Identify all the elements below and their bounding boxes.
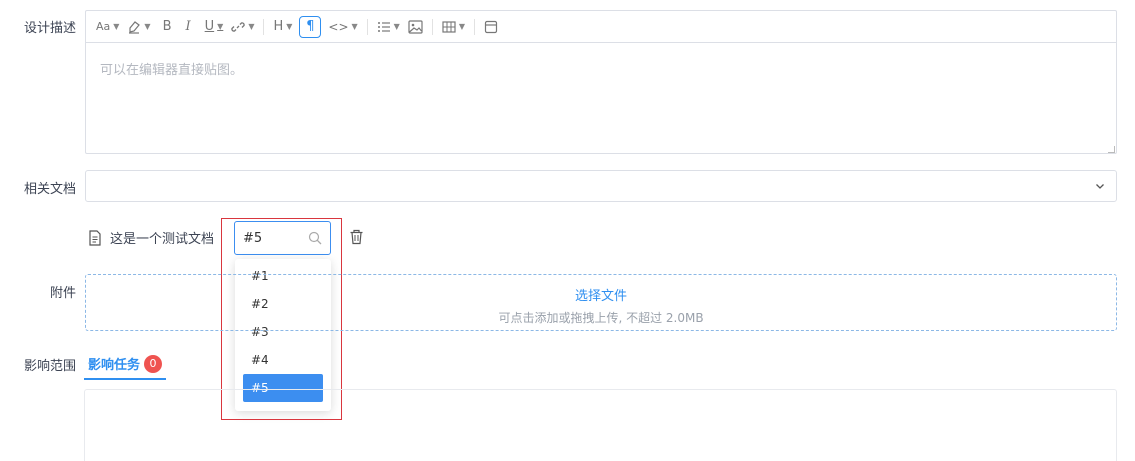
tab-affected-tasks[interactable]: 影响任务 0 xyxy=(88,354,163,373)
underline-icon: U xyxy=(204,19,215,34)
paragraph-icon: ¶ xyxy=(306,19,315,34)
code-icon: <> xyxy=(328,19,349,34)
tab-active-indicator xyxy=(84,378,166,380)
image-button[interactable] xyxy=(404,15,427,39)
paragraph-button[interactable]: ¶ xyxy=(299,15,322,38)
toolbar-divider xyxy=(473,18,475,35)
chevron-down-icon: ▼ xyxy=(351,22,358,31)
affected-tasks-panel xyxy=(84,389,1117,461)
delete-doc-button[interactable] xyxy=(349,229,364,249)
attachment-label: 附件 xyxy=(49,286,76,301)
toolbar-divider xyxy=(263,18,265,35)
font-icon: Aa xyxy=(96,20,111,33)
heading-icon: H xyxy=(273,19,284,34)
italic-button[interactable]: I xyxy=(182,15,195,39)
editor-content[interactable]: 可以在编辑器直接贴图。 xyxy=(86,43,1116,154)
design-description-label: 设计描述 xyxy=(23,21,76,36)
chevron-down-icon: ▼ xyxy=(144,22,151,31)
resize-handle[interactable] xyxy=(1108,146,1115,153)
italic-icon: I xyxy=(185,19,191,34)
count-badge: 0 xyxy=(144,354,163,373)
chevron-down-icon: ▼ xyxy=(458,22,465,31)
rich-text-editor: Aa ▼ ▼ B I U ▼ ▼ H ▼ ¶ <> ▼ ▼ ▼ 可以在编辑器直接… xyxy=(85,10,1117,154)
list-button[interactable]: ▼ xyxy=(373,15,404,39)
chevron-down-icon: ▼ xyxy=(113,22,120,31)
code-button[interactable]: <> ▼ xyxy=(324,15,361,39)
image-icon xyxy=(408,19,423,34)
chevron-down-icon: ▼ xyxy=(248,22,255,31)
upload-hint: 可点击添加或拖拽上传, 不超过 2.0MB xyxy=(498,311,704,325)
chevron-down-icon: ▼ xyxy=(286,22,293,31)
document-icon xyxy=(89,229,101,246)
select-file-link[interactable]: 选择文件 xyxy=(86,285,1116,304)
bold-button[interactable]: B xyxy=(159,15,176,39)
bold-icon: B xyxy=(162,19,172,34)
tab-label: 影响任务 xyxy=(88,358,141,373)
link-icon xyxy=(231,21,245,32)
trash-icon xyxy=(350,229,363,245)
heading-button[interactable]: H ▼ xyxy=(269,15,296,39)
link-button[interactable]: ▼ xyxy=(227,15,258,39)
toolbar-divider xyxy=(366,18,368,35)
list-icon xyxy=(377,21,390,32)
editor-placeholder: 可以在编辑器直接贴图。 xyxy=(100,63,244,78)
text-color-button[interactable]: ▼ xyxy=(123,15,154,39)
font-size-button[interactable]: Aa ▼ xyxy=(92,15,123,39)
file-upload-area[interactable]: 选择文件 可点击添加或拖拽上传, 不超过 2.0MB xyxy=(85,274,1117,331)
table-icon xyxy=(442,20,456,33)
chevron-down-icon: ▼ xyxy=(393,22,400,31)
doc-item: 这是一个测试文档 xyxy=(88,228,214,247)
editor-toolbar: Aa ▼ ▼ B I U ▼ ▼ H ▼ ¶ <> ▼ ▼ ▼ xyxy=(86,11,1116,43)
related-docs-label: 相关文档 xyxy=(23,182,76,197)
underline-button[interactable]: U ▼ xyxy=(201,15,228,39)
doc-name[interactable]: 这是一个测试文档 xyxy=(110,228,214,247)
toolbar-divider xyxy=(431,18,433,35)
chevron-down-icon: ▼ xyxy=(217,22,224,31)
chevron-down-icon xyxy=(1096,184,1104,189)
brush-icon xyxy=(129,20,141,34)
table-button[interactable]: ▼ xyxy=(438,15,469,39)
fullscreen-button[interactable] xyxy=(480,15,502,39)
scope-label: 影响范围 xyxy=(23,359,76,374)
window-icon xyxy=(484,20,498,33)
related-docs-select[interactable] xyxy=(85,170,1117,202)
